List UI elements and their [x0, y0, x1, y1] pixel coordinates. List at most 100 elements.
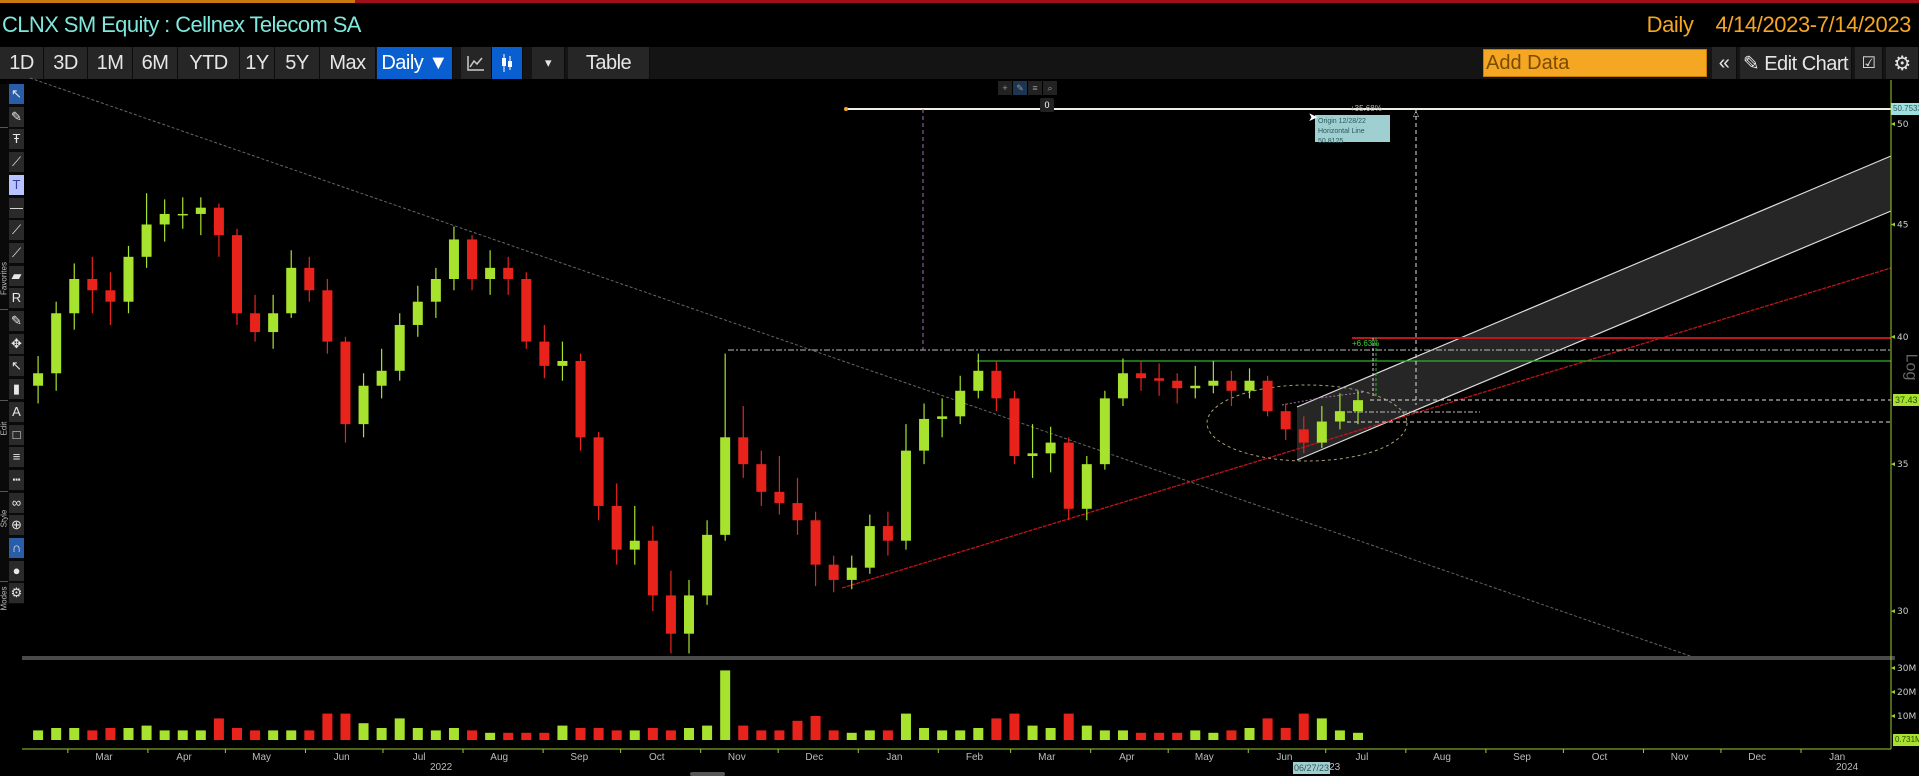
candle[interactable] [33, 356, 44, 404]
candle[interactable] [900, 424, 911, 550]
volume-bar[interactable] [846, 732, 857, 740]
volume-bar[interactable] [105, 728, 116, 740]
candle[interactable] [304, 256, 315, 302]
volume-bar[interactable] [141, 725, 152, 740]
volume-bar[interactable] [177, 730, 188, 740]
candle[interactable] [1262, 375, 1273, 417]
candle[interactable] [195, 197, 206, 236]
candle[interactable] [882, 511, 893, 556]
volume-bar[interactable] [1172, 732, 1183, 740]
volume-bar[interactable] [412, 728, 423, 740]
volume-bar[interactable] [919, 728, 930, 740]
pane-separator[interactable] [22, 656, 1895, 660]
volume-bar[interactable] [231, 728, 242, 740]
volume-bar[interactable] [1334, 730, 1345, 740]
mini-list-icon[interactable]: ≡ [1028, 81, 1042, 95]
volume-bar[interactable] [882, 730, 893, 740]
candle[interactable] [51, 301, 62, 391]
volume-bar[interactable] [1280, 728, 1291, 740]
volume-bar[interactable] [1136, 732, 1147, 740]
volume-bar[interactable] [1081, 725, 1092, 740]
volume-bar[interactable] [394, 718, 405, 740]
candle[interactable] [647, 526, 658, 612]
candle[interactable] [159, 199, 170, 242]
volume-bar[interactable] [195, 730, 206, 740]
candle[interactable] [430, 267, 441, 318]
ascending-trendline[interactable] [841, 267, 1892, 589]
candle[interactable] [665, 570, 676, 654]
volume-bar[interactable] [1063, 713, 1074, 740]
candle[interactable] [87, 256, 98, 314]
volume-bar[interactable] [684, 728, 695, 740]
volume-bar[interactable] [665, 730, 676, 740]
volume-bar[interactable] [69, 728, 80, 740]
volume-bar[interactable] [810, 716, 821, 740]
candle[interactable] [485, 250, 496, 295]
volume-bar[interactable] [1045, 728, 1056, 740]
candle[interactable] [1208, 360, 1219, 394]
volume-bar[interactable] [1244, 728, 1255, 740]
volume-bar[interactable] [720, 670, 731, 740]
candle[interactable] [919, 403, 930, 465]
volume-bar[interactable] [503, 732, 514, 740]
volume-bar[interactable] [1117, 730, 1128, 740]
candle[interactable] [828, 555, 839, 593]
volume-bar[interactable] [213, 718, 224, 740]
candle[interactable] [629, 505, 640, 565]
volume-bar[interactable] [1190, 730, 1201, 740]
candle[interactable] [720, 353, 731, 541]
volume-bar[interactable] [1353, 732, 1364, 740]
candle[interactable] [177, 197, 188, 229]
volume-bar[interactable] [268, 730, 279, 740]
candle[interactable] [394, 313, 405, 381]
volume-bar[interactable] [159, 730, 170, 740]
candle[interactable] [593, 432, 604, 521]
volume-bar[interactable] [629, 730, 640, 740]
candle[interactable] [684, 579, 695, 654]
candle[interactable] [467, 235, 478, 291]
candle[interactable] [448, 226, 459, 291]
volume-bar[interactable] [448, 728, 459, 740]
candle[interactable] [286, 250, 297, 318]
candle[interactable] [105, 272, 116, 325]
volume-bar[interactable] [647, 728, 658, 740]
candle[interactable] [1027, 424, 1038, 478]
candle[interactable] [1172, 373, 1183, 404]
volume-bar[interactable] [1208, 732, 1219, 740]
price-chart[interactable]: △ 30 35 40 45 50 10M 20M 30M Mar Apr May Jun Jul Aug S… [0, 0, 1919, 776]
channel-upper-line[interactable] [1296, 155, 1892, 408]
volume-bar[interactable] [955, 730, 966, 740]
candle[interactable] [1063, 437, 1074, 521]
candle[interactable] [774, 456, 785, 515]
candle[interactable] [123, 245, 134, 314]
candle[interactable] [611, 483, 622, 565]
candle[interactable] [521, 272, 532, 349]
candle[interactable] [1009, 390, 1020, 465]
volume-bar[interactable] [304, 730, 315, 740]
volume-bar[interactable] [774, 730, 785, 740]
candle[interactable] [250, 294, 261, 342]
volume-bar[interactable] [467, 730, 478, 740]
candle[interactable] [864, 514, 875, 574]
candle[interactable] [955, 375, 966, 425]
volume-bar[interactable] [702, 725, 713, 740]
candle[interactable] [810, 511, 821, 587]
time-scrollbar-thumb[interactable] [690, 772, 725, 776]
volume-bar[interactable] [250, 730, 261, 740]
mini-pen-icon[interactable]: ✎ [1013, 81, 1027, 95]
candle[interactable] [231, 228, 242, 325]
candle[interactable] [1154, 363, 1165, 396]
volume-bar[interactable] [792, 720, 803, 740]
volume-bar[interactable] [1316, 718, 1327, 740]
candle[interactable] [973, 353, 984, 399]
volume-bar[interactable] [33, 730, 44, 740]
volume-bar[interactable] [1226, 730, 1237, 740]
volume-bar[interactable] [973, 728, 984, 740]
candle[interactable] [322, 278, 333, 354]
volume-bar[interactable] [611, 730, 622, 740]
volume-bar[interactable] [557, 725, 568, 740]
volume-bar[interactable] [1298, 713, 1309, 740]
volume-bar[interactable] [1009, 713, 1020, 740]
volume-bar[interactable] [864, 730, 875, 740]
volume-bar[interactable] [340, 713, 351, 740]
